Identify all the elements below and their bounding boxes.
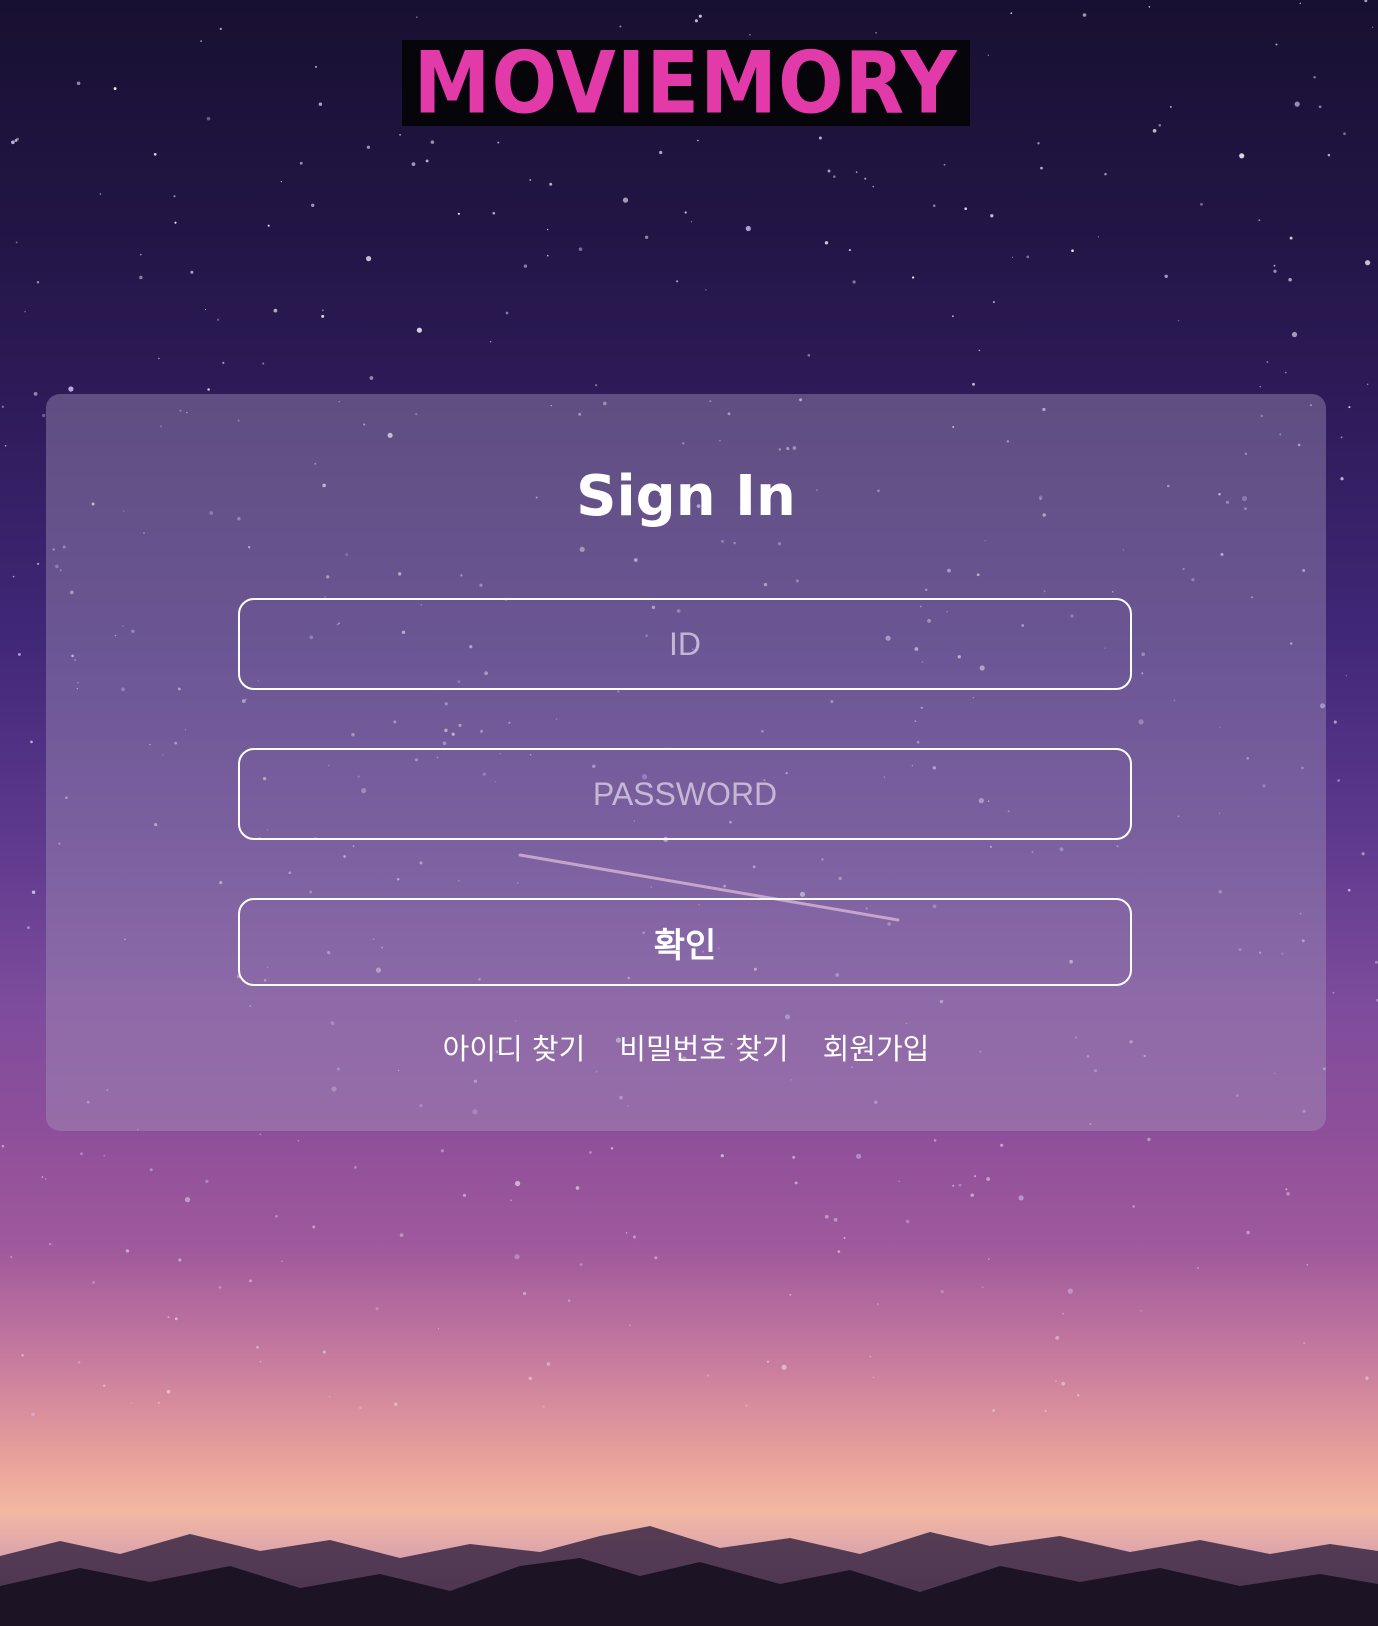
mountain-silhouette bbox=[0, 1526, 1378, 1626]
logo-text: MOVIEMORY bbox=[413, 33, 959, 133]
moviemory-logo[interactable]: MOVIEMORY bbox=[402, 40, 970, 126]
find-id-link[interactable]: 아이디 찾기 bbox=[443, 1026, 586, 1068]
sign-in-title: Sign In bbox=[576, 464, 796, 529]
account-links: 아이디 찾기 비밀번호 찾기 회원가입 bbox=[46, 1026, 1326, 1068]
find-password-link[interactable]: 비밀번호 찾기 bbox=[619, 1026, 788, 1068]
password-input[interactable] bbox=[238, 748, 1132, 840]
signup-link[interactable]: 회원가입 bbox=[823, 1026, 930, 1068]
confirm-button[interactable]: 확인 bbox=[238, 898, 1132, 986]
id-input[interactable] bbox=[238, 598, 1132, 690]
sign-in-panel: Sign In 확인 아이디 찾기 비밀번호 찾기 회원가입 bbox=[46, 394, 1326, 1131]
